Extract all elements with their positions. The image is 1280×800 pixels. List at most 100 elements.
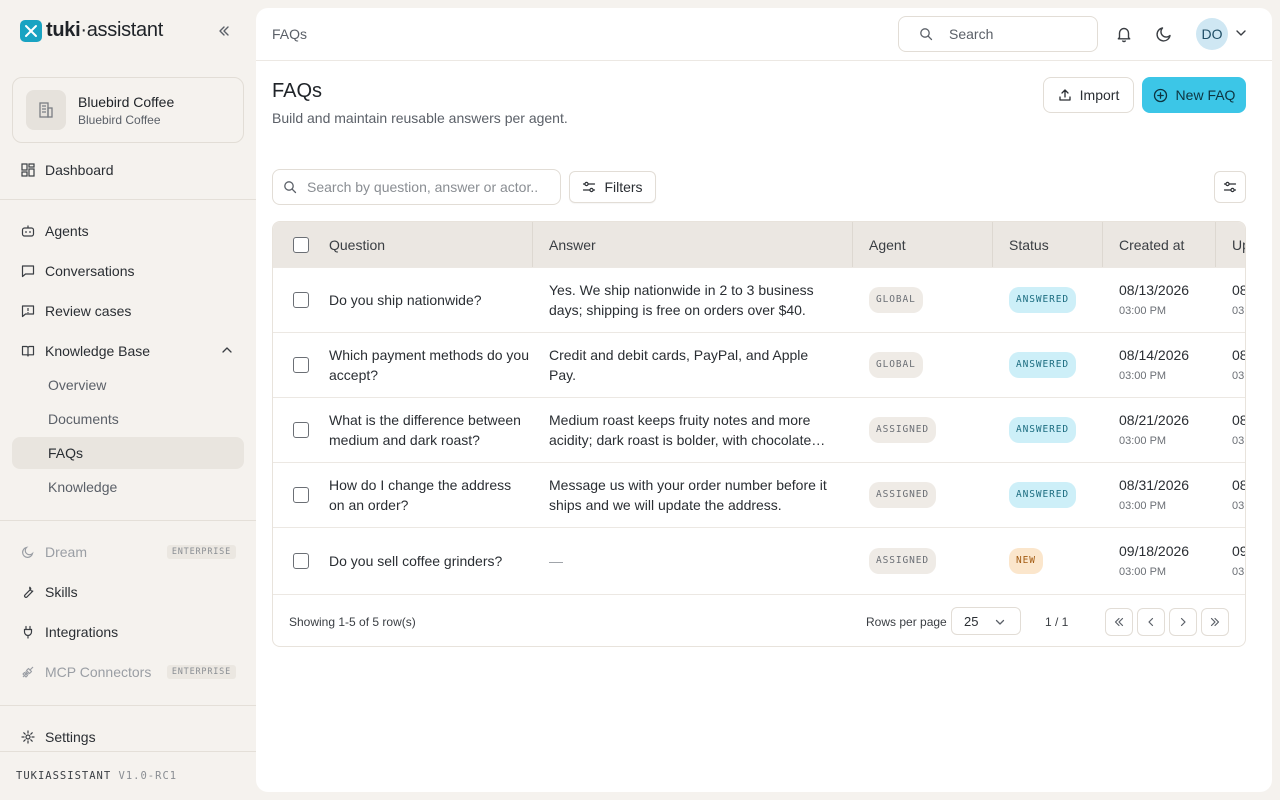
page-indicator: 1 / 1 bbox=[1045, 615, 1069, 629]
filters-button[interactable]: Filters bbox=[569, 171, 656, 203]
settings-sliders-icon bbox=[1223, 181, 1237, 193]
prev-page-button[interactable] bbox=[1137, 608, 1165, 636]
column-header-agent[interactable]: Agent bbox=[853, 222, 993, 267]
created-at-cell: 08/21/2026 03:00 PM bbox=[1103, 398, 1216, 462]
first-page-button[interactable] bbox=[1105, 608, 1133, 636]
table-row[interactable]: How do I change the address on an order?… bbox=[273, 462, 1245, 527]
sidebar-item-dashboard[interactable]: Dashboard bbox=[12, 154, 244, 186]
collapse-icon bbox=[219, 26, 229, 36]
sidebar-divider bbox=[0, 705, 256, 706]
user-avatar[interactable]: DO bbox=[1196, 18, 1228, 50]
question-text[interactable]: How do I change the address on an order? bbox=[329, 475, 529, 515]
sidebar-item-skills[interactable]: Skills bbox=[12, 576, 244, 608]
sidebar-subitem-faqs[interactable]: FAQs bbox=[12, 437, 244, 469]
row-checkbox[interactable] bbox=[293, 357, 309, 373]
updated-at-cell: 0903 bbox=[1216, 528, 1245, 594]
last-page-button[interactable] bbox=[1201, 608, 1229, 636]
updated-date: 08 bbox=[1232, 476, 1245, 493]
sidebar-divider bbox=[0, 751, 256, 752]
question-cell: Which payment methods do you accept? bbox=[273, 333, 533, 397]
sidebar-item-review-cases[interactable]: Review cases bbox=[12, 295, 244, 327]
sidebar-item-settings[interactable]: Settings bbox=[12, 721, 244, 753]
sidebar-item-label: Dream bbox=[45, 544, 88, 560]
updated-at-cell: 0803 bbox=[1216, 333, 1245, 397]
answer-text: Yes. We ship nationwide in 2 to 3 busine… bbox=[549, 282, 814, 318]
chevron-down-icon[interactable] bbox=[1234, 26, 1248, 40]
sidebar-item-mcp-connectors[interactable]: MCP Connectors ENTERPRISE bbox=[12, 656, 244, 688]
created-at: 09/18/2026 03:00 PM bbox=[1119, 541, 1189, 582]
answer-cell: Credit and debit cards, PayPal, and Appl… bbox=[533, 333, 853, 397]
row-checkbox[interactable] bbox=[293, 422, 309, 438]
import-button[interactable]: Import bbox=[1043, 77, 1134, 113]
dream-icon bbox=[20, 544, 36, 560]
agent-badge: ASSIGNED bbox=[869, 482, 936, 508]
sidebar-item-dream[interactable]: Dream ENTERPRISE bbox=[12, 536, 244, 568]
table-row[interactable]: Which payment methods do you accept? Cred… bbox=[273, 332, 1245, 397]
plug-icon bbox=[20, 624, 36, 640]
question-text[interactable]: Do you ship nationwide? bbox=[329, 290, 529, 310]
view-options-button[interactable] bbox=[1214, 171, 1246, 203]
created-at: 08/13/2026 03:00 PM bbox=[1119, 280, 1189, 321]
sidebar-item-knowledge-base[interactable]: Knowledge Base bbox=[12, 335, 244, 367]
select-all-checkbox[interactable] bbox=[293, 236, 309, 253]
app-version: TUKIASSISTANT V1.0-RC1 bbox=[16, 770, 177, 782]
new-faq-button[interactable]: New FAQ bbox=[1142, 77, 1246, 113]
rows-per-page-label: Rows per page bbox=[866, 615, 947, 629]
row-checkbox[interactable] bbox=[293, 487, 309, 503]
answer-cell: — bbox=[533, 528, 853, 594]
column-header-question[interactable]: Question bbox=[273, 222, 533, 267]
question-text[interactable]: Do you sell coffee grinders? bbox=[329, 551, 529, 571]
agent-badge: ASSIGNED bbox=[869, 548, 936, 574]
next-page-icon bbox=[1180, 617, 1186, 627]
logo-icon bbox=[20, 19, 42, 42]
upload-icon bbox=[1059, 89, 1071, 101]
column-header-status[interactable]: Status bbox=[993, 222, 1103, 267]
main-panel: FAQs Search DO FAQs Build and maintain r… bbox=[256, 8, 1272, 792]
sidebar-item-label: Review cases bbox=[45, 303, 132, 319]
sidebar-item-integrations[interactable]: Integrations bbox=[12, 616, 244, 648]
answer-cell: Yes. We ship nationwide in 2 to 3 busine… bbox=[533, 268, 853, 332]
gear-icon bbox=[20, 729, 36, 745]
sidebar-subitem-documents[interactable]: Documents bbox=[12, 403, 244, 435]
question-text[interactable]: What is the difference between medium an… bbox=[329, 410, 529, 450]
column-header-created-at[interactable]: Created at bbox=[1103, 222, 1216, 267]
created-at: 08/31/2026 03:00 PM bbox=[1119, 475, 1189, 516]
sidebar-subitem-overview[interactable]: Overview bbox=[12, 369, 244, 401]
breadcrumb[interactable]: FAQs bbox=[272, 26, 307, 42]
collapse-sidebar-button[interactable] bbox=[214, 21, 234, 41]
created-date: 08/31/2026 bbox=[1119, 476, 1190, 493]
global-search[interactable]: Search bbox=[898, 16, 1098, 52]
column-header-answer[interactable]: Answer bbox=[533, 222, 853, 267]
table-row[interactable]: Do you sell coffee grinders? — ASSIGNED NEW… bbox=[273, 527, 1245, 594]
wrench-icon bbox=[20, 584, 36, 600]
workspace-sub: Bluebird Coffee bbox=[78, 112, 161, 127]
updated-time: 03 bbox=[1232, 304, 1245, 317]
rows-per-page-select[interactable]: 25 bbox=[951, 607, 1021, 635]
notifications-button[interactable] bbox=[1110, 20, 1138, 48]
updated-at: 0803 bbox=[1232, 475, 1245, 516]
row-checkbox[interactable] bbox=[293, 292, 309, 308]
created-time: 03:00 PM bbox=[1119, 369, 1167, 382]
created-at-cell: 09/18/2026 03:00 PM bbox=[1103, 528, 1216, 594]
updated-time: 03 bbox=[1232, 565, 1245, 578]
mcp-icon bbox=[20, 664, 36, 680]
workspace-name: Bluebird Coffee bbox=[78, 93, 175, 110]
enterprise-badge: ENTERPRISE bbox=[166, 665, 236, 679]
column-header-updated-at[interactable]: Up bbox=[1216, 222, 1245, 267]
theme-toggle-button[interactable] bbox=[1150, 20, 1178, 48]
sidebar-item-agents[interactable]: Agents bbox=[12, 215, 244, 247]
next-page-button[interactable] bbox=[1169, 608, 1197, 636]
row-checkbox[interactable] bbox=[293, 553, 309, 569]
sidebar-subitem-knowledge[interactable]: Knowledge bbox=[12, 471, 244, 503]
created-date: 08/14/2026 bbox=[1119, 346, 1190, 363]
table-row[interactable]: Do you ship nationwide? Yes. We ship nati… bbox=[273, 267, 1245, 332]
sidebar-item-label: Dashboard bbox=[45, 162, 114, 178]
workspace-switcher[interactable]: Bluebird Coffee Bluebird Coffee bbox=[12, 77, 244, 143]
faq-search-input[interactable]: Search by question, answer or actor.. bbox=[272, 169, 561, 205]
question-text[interactable]: Which payment methods do you accept? bbox=[329, 345, 529, 385]
sidebar-item-conversations[interactable]: Conversations bbox=[12, 255, 244, 287]
brand-logo[interactable]: tuki·assistant bbox=[20, 19, 163, 42]
table-row[interactable]: What is the difference between medium an… bbox=[273, 397, 1245, 462]
review-icon bbox=[20, 303, 36, 319]
filters-label: Filters bbox=[604, 179, 643, 195]
